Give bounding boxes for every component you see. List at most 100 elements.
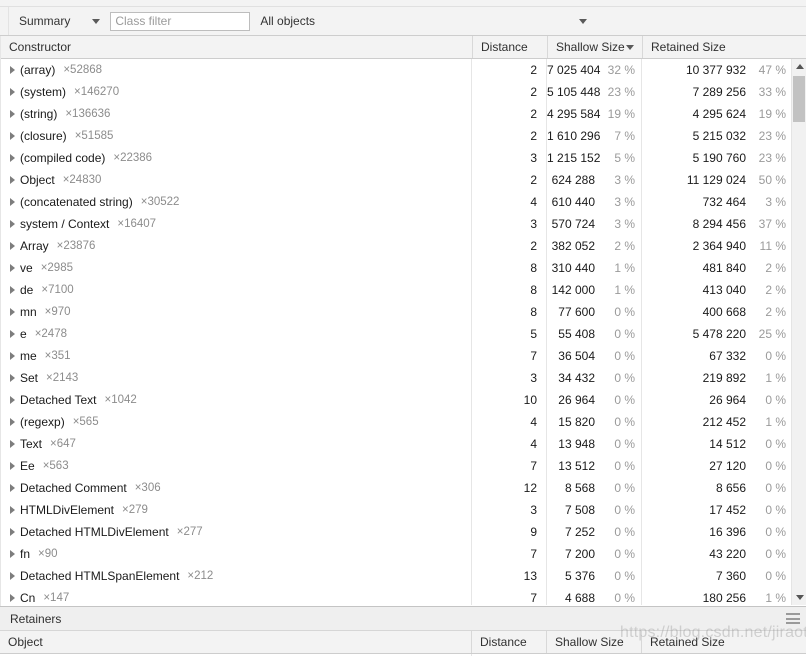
expand-triangle-icon[interactable]: [10, 308, 15, 316]
constructor-name: mn: [20, 305, 37, 319]
cell-distance: 7: [472, 543, 547, 565]
cell-constructor[interactable]: Array ×23876: [1, 235, 472, 257]
view-select[interactable]: Summary: [9, 8, 106, 35]
cell-constructor[interactable]: Detached Comment ×306: [1, 477, 472, 499]
shallow-size-value: 7 200: [564, 547, 595, 561]
column-header-constructor[interactable]: Constructor: [1, 36, 472, 58]
expand-triangle-icon[interactable]: [10, 594, 15, 602]
table-row[interactable]: fn ×90 7 7 200 0 % 43 220 0 %: [1, 543, 792, 565]
table-row[interactable]: Object ×24830 2 624 288 3 % 11 129 024 50 %: [1, 169, 792, 191]
cell-constructor[interactable]: Object ×24830: [1, 169, 472, 191]
table-row[interactable]: (closure) ×51585 2 1 610 296 7 % 5 215 032 23 …: [1, 125, 792, 147]
cell-constructor[interactable]: Detached HTMLSpanElement ×212: [1, 565, 472, 587]
retainers-column-shallow-size[interactable]: Shallow Size: [546, 631, 641, 653]
expand-triangle-icon[interactable]: [10, 110, 15, 118]
table-row[interactable]: mn ×970 8 77 600 0 % 400 668 2 %: [1, 301, 792, 323]
cell-constructor[interactable]: Detached Text ×1042: [1, 389, 472, 411]
cell-constructor[interactable]: HTMLDivElement ×279: [1, 499, 472, 521]
table-row[interactable]: HTMLDivElement ×279 3 7 508 0 % 17 452 0 %: [1, 499, 792, 521]
scrollbar-thumb[interactable]: [793, 76, 805, 122]
table-row[interactable]: Ee ×563 7 13 512 0 % 27 120 0 %: [1, 455, 792, 477]
expand-triangle-icon[interactable]: [10, 528, 15, 536]
expand-triangle-icon[interactable]: [10, 396, 15, 404]
table-row[interactable]: (regexp) ×565 4 15 820 0 % 212 452 1 %: [1, 411, 792, 433]
expand-triangle-icon[interactable]: [10, 330, 15, 338]
cell-constructor[interactable]: de ×7100: [1, 279, 472, 301]
retained-size-value: 5 478 220: [692, 327, 746, 341]
cell-constructor[interactable]: (array) ×52868: [1, 59, 472, 81]
class-filter-input[interactable]: [110, 11, 251, 31]
cell-constructor[interactable]: Detached HTMLDivElement ×277: [1, 521, 472, 543]
retainers-column-distance[interactable]: Distance: [471, 631, 546, 653]
cell-constructor[interactable]: (string) ×136636: [1, 103, 472, 125]
expand-triangle-icon[interactable]: [10, 286, 15, 294]
expand-triangle-icon[interactable]: [10, 550, 15, 558]
table-row[interactable]: (concatenated string) ×30522 4 610 440 3 % 73…: [1, 191, 792, 213]
expand-triangle-icon[interactable]: [10, 176, 15, 184]
cell-constructor[interactable]: ve ×2985: [1, 257, 472, 279]
expand-triangle-icon[interactable]: [10, 506, 15, 514]
table-row[interactable]: Set ×2143 3 34 432 0 % 219 892 1 %: [1, 367, 792, 389]
retainers-column-retained-size[interactable]: Retained Size: [641, 631, 806, 653]
retainers-column-object[interactable]: Object: [0, 631, 471, 653]
cell-constructor[interactable]: system / Context ×16407: [1, 213, 472, 235]
table-row[interactable]: me ×351 7 36 504 0 % 67 332 0 %: [1, 345, 792, 367]
table-row[interactable]: Cn ×147 7 4 688 0 % 180 256 1 %: [1, 587, 792, 605]
table-row[interactable]: (array) ×52868 2 7 025 404 32 % 10 377 932 47 …: [1, 59, 792, 81]
expand-triangle-icon[interactable]: [10, 572, 15, 580]
expand-triangle-icon[interactable]: [10, 374, 15, 382]
cell-constructor[interactable]: fn ×90: [1, 543, 472, 565]
expand-triangle-icon[interactable]: [10, 242, 15, 250]
retained-size-value: 180 256: [702, 591, 746, 605]
table-row[interactable]: ve ×2985 8 310 440 1 % 481 840 2 %: [1, 257, 792, 279]
table-row[interactable]: (system) ×146270 2 5 105 448 23 % 7 289 256 33…: [1, 81, 792, 103]
expand-triangle-icon[interactable]: [10, 418, 15, 426]
cell-constructor[interactable]: mn ×970: [1, 301, 472, 323]
cell-constructor[interactable]: (regexp) ×565: [1, 411, 472, 433]
table-row[interactable]: Detached HTMLDivElement ×277 9 7 252 0 % 16 3…: [1, 521, 792, 543]
cell-constructor[interactable]: (system) ×146270: [1, 81, 472, 103]
cell-constructor[interactable]: Cn ×147: [1, 587, 472, 605]
scroll-up-arrow-icon[interactable]: [792, 59, 806, 74]
cell-constructor[interactable]: me ×351: [1, 345, 472, 367]
cell-constructor[interactable]: (closure) ×51585: [1, 125, 472, 147]
expand-triangle-icon[interactable]: [10, 484, 15, 492]
expand-triangle-icon[interactable]: [10, 462, 15, 470]
table-row[interactable]: Detached Text ×1042 10 26 964 0 % 26 964 0 %: [1, 389, 792, 411]
expand-triangle-icon[interactable]: [10, 264, 15, 272]
expand-triangle-icon[interactable]: [10, 154, 15, 162]
table-row[interactable]: system / Context ×16407 3 570 724 3 % 8 294 4…: [1, 213, 792, 235]
retainers-title-bar: Retainers: [0, 607, 806, 631]
table-row[interactable]: (string) ×136636 2 4 295 584 19 % 4 295 624 19…: [1, 103, 792, 125]
menu-icon[interactable]: [786, 613, 800, 624]
table-row[interactable]: Text ×647 4 13 948 0 % 14 512 0 %: [1, 433, 792, 455]
table-row[interactable]: Detached Comment ×306 12 8 568 0 % 8 656 0 %: [1, 477, 792, 499]
vertical-scrollbar[interactable]: [791, 59, 806, 605]
expand-triangle-icon[interactable]: [10, 88, 15, 96]
distance-value: 7: [530, 349, 537, 363]
cell-constructor[interactable]: (concatenated string) ×30522: [1, 191, 472, 213]
expand-triangle-icon[interactable]: [10, 132, 15, 140]
cell-constructor[interactable]: Ee ×563: [1, 455, 472, 477]
cell-constructor[interactable]: e ×2478: [1, 323, 472, 345]
objects-select[interactable]: All objects: [260, 8, 806, 35]
expand-triangle-icon[interactable]: [10, 66, 15, 74]
table-row[interactable]: Detached HTMLSpanElement ×212 13 5 376 0 % 7 …: [1, 565, 792, 587]
expand-triangle-icon[interactable]: [10, 440, 15, 448]
column-header-retained-size[interactable]: Retained Size: [642, 36, 792, 58]
column-header-shallow-size[interactable]: Shallow Size: [547, 36, 642, 58]
column-header-distance[interactable]: Distance: [472, 36, 547, 58]
table-row[interactable]: (compiled code) ×22386 3 1 215 152 5 % 5 190 …: [1, 147, 792, 169]
constructor-name: Cn: [20, 591, 36, 605]
expand-triangle-icon[interactable]: [10, 198, 15, 206]
cell-constructor[interactable]: Set ×2143: [1, 367, 472, 389]
expand-triangle-icon[interactable]: [10, 220, 15, 228]
expand-triangle-icon[interactable]: [10, 352, 15, 360]
table-row[interactable]: de ×7100 8 142 000 1 % 413 040 2 %: [1, 279, 792, 301]
distance-value: 10: [523, 393, 537, 407]
scroll-down-arrow-icon[interactable]: [792, 590, 806, 605]
cell-constructor[interactable]: (compiled code) ×22386: [1, 147, 472, 169]
table-row[interactable]: Array ×23876 2 382 052 2 % 2 364 940 11 %: [1, 235, 792, 257]
cell-constructor[interactable]: Text ×647: [1, 433, 472, 455]
table-row[interactable]: e ×2478 5 55 408 0 % 5 478 220 25 %: [1, 323, 792, 345]
